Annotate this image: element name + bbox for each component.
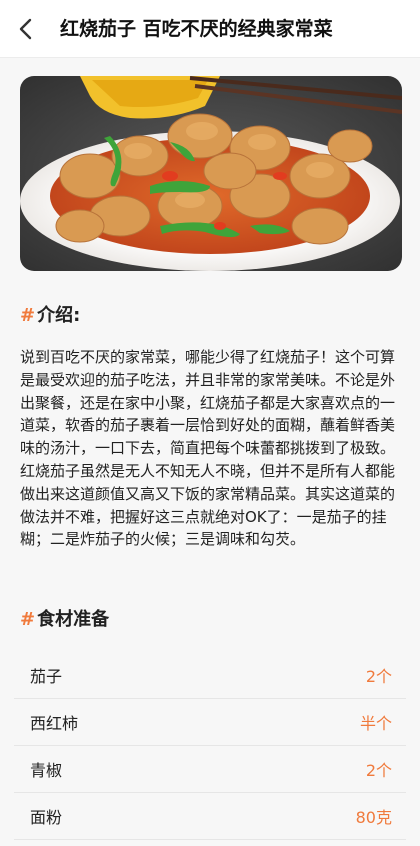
dish-photo [20, 76, 402, 271]
chevron-left-icon [19, 18, 32, 40]
ingredient-quantity: 2个 [365, 667, 392, 686]
top-bar: 红烧茄子 百吃不厌的经典家常菜 [0, 0, 420, 58]
ingredients-heading: # 食材准备 [20, 606, 109, 634]
ingredients-heading-label: 食材准备 [37, 609, 110, 630]
ingredient-row: 面粉 80克 [14, 793, 406, 840]
ingredient-quantity: 2个 [365, 761, 392, 780]
ingredient-name: 茄子 [30, 667, 63, 686]
intro-paragraph: 红烧茄子虽然是无人不知无人不晓，但并不是所有人都能做出来这道颜值又高又下饭的家常… [20, 461, 396, 549]
ingredient-row: 茄子 2个 [14, 652, 406, 699]
ingredient-row: 青椒 2个 [14, 746, 406, 793]
ingredient-quantity: 80克 [355, 808, 392, 827]
intro-heading: # 介绍: [20, 302, 80, 330]
ingredient-row: 西红柿 半个 [14, 699, 406, 746]
hash-mark: # [20, 305, 36, 326]
page-title: 红烧茄子 百吃不厌的经典家常菜 [60, 18, 333, 40]
intro-paragraph: 说到百吃不厌的家常菜，哪能少得了红烧茄子！这个可算是最受欢迎的茄子吃法，并且非常… [20, 348, 396, 458]
ingredient-list: 茄子 2个 西红柿 半个 青椒 2个 面粉 80克 [14, 652, 406, 840]
ingredient-name: 面粉 [30, 808, 63, 827]
back-button[interactable] [8, 12, 42, 46]
ingredient-name: 西红柿 [30, 714, 79, 733]
ingredient-quantity: 半个 [359, 714, 392, 733]
hash-mark: # [20, 609, 36, 630]
ingredient-name: 青椒 [30, 761, 63, 780]
intro-heading-label: 介绍: [37, 305, 81, 326]
intro-text: 说到百吃不厌的家常菜，哪能少得了红烧茄子！这个可算是最受欢迎的茄子吃法，并且非常… [20, 346, 402, 551]
